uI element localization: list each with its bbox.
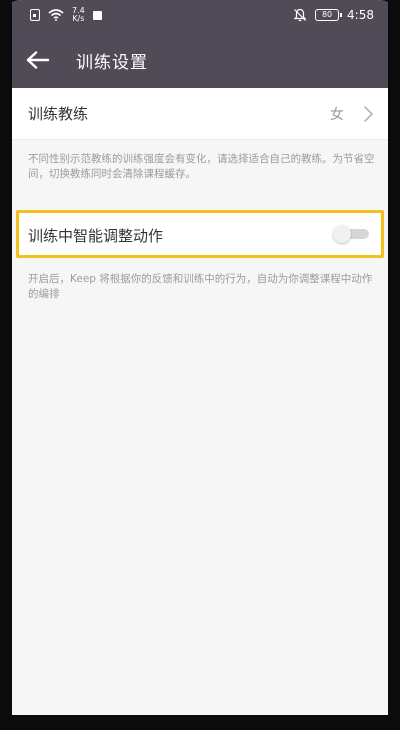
page-title: 训练设置: [76, 53, 148, 73]
smart-adjust-label: 训练中智能调整动作: [28, 227, 164, 245]
network-speed-unit: K/s: [72, 14, 85, 23]
status-right: 80 4:58: [293, 8, 374, 22]
coach-hint-text: 不同性别示范教练的训练强度会有变化，请选择适合自己的教练。为节省空间，切换教练同…: [28, 153, 375, 180]
wifi-icon: [48, 9, 64, 21]
clock: 4:58: [347, 8, 374, 22]
battery-icon: 80: [315, 9, 343, 21]
smart-adjust-hint-text: 开启后，Keep 将根据你的反馈和训练中的行为，自动为你调整课程中动作的编排: [28, 273, 373, 300]
sim-icon: [30, 9, 40, 21]
smart-adjust-setting-row[interactable]: 训练中智能调整动作: [16, 210, 384, 258]
coach-value: 女: [330, 107, 344, 123]
notification-icon: [92, 10, 102, 20]
coach-setting-row[interactable]: 训练教练 女: [12, 88, 388, 140]
status-bar: 7.4 K/s 80 4:58: [12, 0, 388, 32]
smart-adjust-toggle[interactable]: [333, 225, 371, 243]
network-speed: 7.4 K/s: [72, 7, 85, 23]
bell-muted-icon: [293, 8, 307, 22]
phone-frame: 7.4 K/s 80 4:58 训练设置 训练教练 女 不同性别示范教练的训练强…: [0, 0, 400, 730]
status-left: 7.4 K/s: [30, 7, 102, 23]
arrow-left-icon: [26, 51, 50, 69]
chevron-right-icon: [364, 106, 373, 122]
coach-label: 训练教练: [28, 105, 89, 123]
screen: 7.4 K/s 80 4:58 训练设置 训练教练 女 不同性别示范教练的训练强…: [12, 0, 388, 715]
toggle-thumb: [333, 225, 351, 243]
back-button[interactable]: [24, 46, 52, 74]
app-bar: 训练设置: [12, 32, 388, 88]
